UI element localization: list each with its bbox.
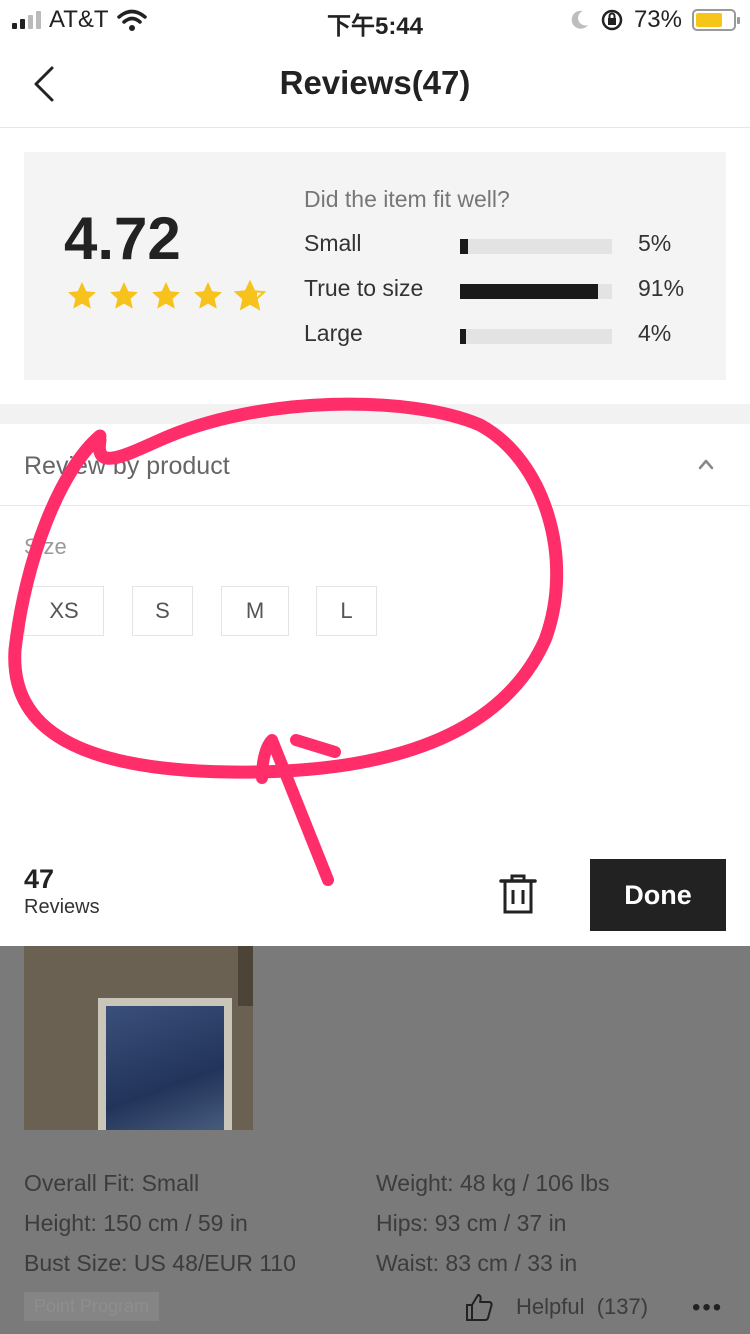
rating-summary: 4.72 Did the item fit well? Small 5% Tru… <box>24 152 726 380</box>
fit-label: Small <box>304 230 362 256</box>
overall-fit: Overall Fit: Small <box>24 1170 200 1196</box>
weight: Weight: 48 kg / 106 lbs <box>376 1170 610 1196</box>
size-option-s[interactable]: S <box>132 586 193 636</box>
fit-row-large: Large 4% <box>304 320 704 352</box>
review-photo <box>24 946 253 1130</box>
star-half-icon <box>234 280 266 311</box>
fit-row-true-to-size: True to size 91% <box>304 275 704 307</box>
done-button[interactable]: Done <box>590 859 726 931</box>
fit-bar <box>460 239 612 254</box>
fit-bar <box>460 284 612 299</box>
size-label: Size <box>24 534 67 559</box>
helpful-count: (137) <box>596 1294 649 1319</box>
nav-bar: Reviews(47) <box>0 40 750 128</box>
average-score: 4.72 <box>64 205 181 272</box>
page-title: Reviews(47) <box>279 64 471 101</box>
hips: Hips: 93 cm / 37 in <box>376 1210 567 1236</box>
point-program-tag: Point Program <box>24 1292 160 1321</box>
size-option-l[interactable]: L <box>316 586 377 636</box>
chevron-up-icon[interactable] <box>698 458 714 470</box>
trash-icon[interactable] <box>498 874 538 916</box>
more-options-icon[interactable]: ••• <box>692 1294 723 1322</box>
battery-icon <box>692 9 740 31</box>
fit-percent: 91% <box>638 275 685 301</box>
orientation-lock-icon <box>601 9 623 31</box>
fit-percent: 4% <box>638 320 672 346</box>
fit-percent: 5% <box>638 230 672 256</box>
fit-label: Large <box>304 320 363 346</box>
section-divider <box>0 404 750 424</box>
helpful-label: Helpful <box>516 1294 585 1319</box>
battery-percent: 73% <box>633 6 682 33</box>
review-by-product-header[interactable]: Review by product <box>0 424 750 506</box>
review-count: 47 <box>24 864 55 894</box>
height: Height: 150 cm / 59 in <box>24 1210 248 1236</box>
fit-bar <box>460 329 612 344</box>
bust-size: Bust Size: US 48/EUR 110 <box>24 1250 296 1276</box>
helpful-button[interactable]: Helpful (137) <box>516 1294 648 1320</box>
star-rating <box>66 280 266 312</box>
size-option-xs[interactable]: XS <box>24 586 104 636</box>
star-icon <box>68 282 96 309</box>
waist: Waist: 83 cm / 33 in <box>376 1250 578 1276</box>
fit-question: Did the item fit well? <box>304 186 510 212</box>
fit-row-small: Small 5% <box>304 230 704 262</box>
review-count-label: Reviews <box>24 896 100 918</box>
thumbs-up-icon[interactable] <box>464 1292 494 1322</box>
star-icon <box>110 282 138 309</box>
review-card-dimmed: Overall Fit: Small Height: 150 cm / 59 i… <box>0 946 750 1334</box>
star-icon <box>152 282 180 309</box>
review-by-product-title: Review by product <box>24 452 230 480</box>
star-icon <box>194 282 222 309</box>
status-bar: AT&T 下午5:44 73% <box>0 0 750 40</box>
fit-label: True to size <box>304 275 424 301</box>
moon-icon <box>571 10 588 29</box>
size-option-m[interactable]: M <box>221 586 289 636</box>
